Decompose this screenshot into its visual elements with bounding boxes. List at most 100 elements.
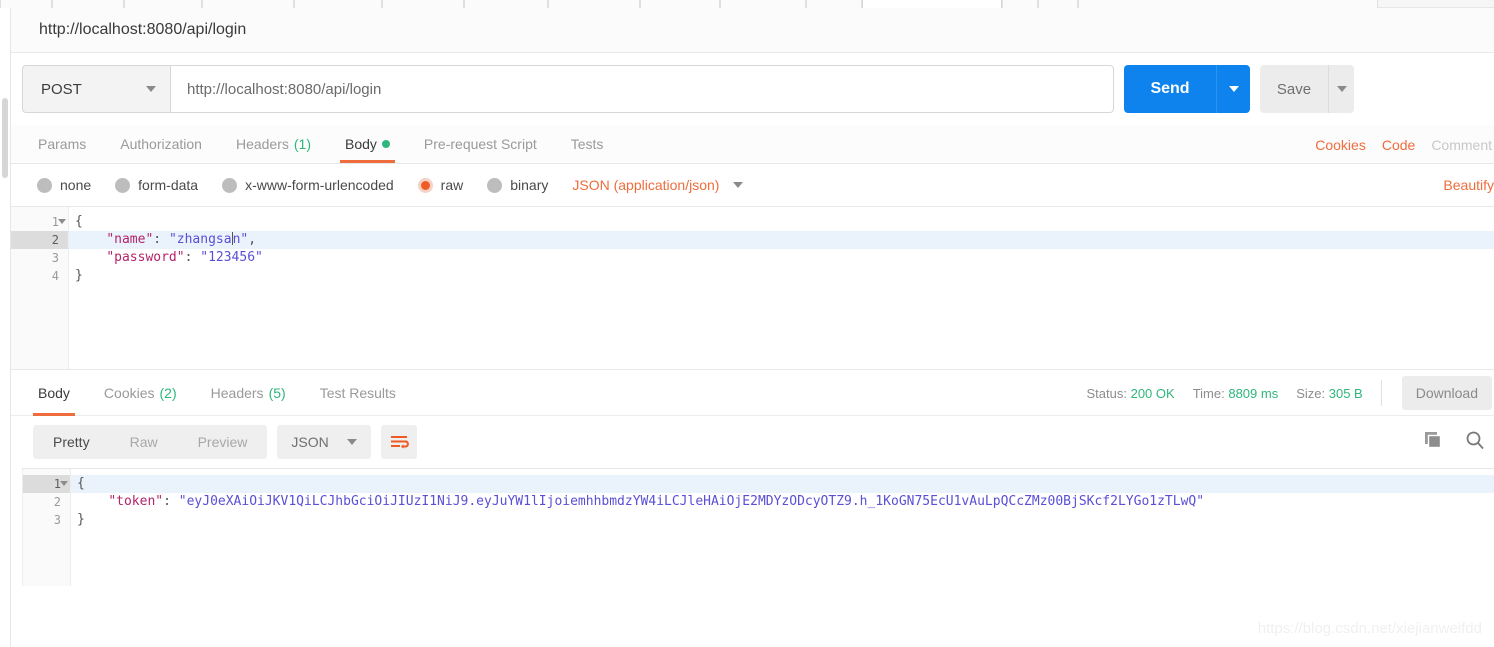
- code-line: }: [71, 511, 1494, 529]
- request-tab-partial[interactable]: [862, 0, 1002, 8]
- wrap-lines-button[interactable]: [380, 425, 417, 459]
- body-type-raw[interactable]: raw: [417, 177, 464, 193]
- tab-label: Authorization: [120, 136, 202, 152]
- line-number-value: 3: [51, 251, 59, 265]
- tab-count: (2): [159, 384, 177, 401]
- content-type-selector[interactable]: JSON (application/json): [572, 177, 744, 193]
- code-token: "zhangsa: [168, 232, 232, 247]
- request-tab-partial[interactable]: [0, 0, 52, 8]
- body-type-x-www-form-urlencoded[interactable]: x-www-form-urlencoded: [222, 177, 394, 193]
- request-tab-partial[interactable]: [294, 0, 382, 8]
- copy-button[interactable]: [1422, 429, 1444, 456]
- save-button[interactable]: Save: [1260, 65, 1328, 113]
- response-editor-gutter: 1 2 3: [23, 469, 71, 586]
- request-tab-partial[interactable]: [1038, 0, 1078, 8]
- response-tab-headers[interactable]: Headers (5): [194, 370, 303, 416]
- size-label: Size:: [1296, 385, 1326, 401]
- request-tab-params[interactable]: Params: [21, 125, 103, 163]
- view-mode-preview[interactable]: Preview: [178, 425, 268, 459]
- status-value: 200 OK: [1130, 385, 1175, 401]
- body-type-none[interactable]: none: [37, 177, 91, 193]
- request-tab-partial[interactable]: [640, 0, 720, 8]
- request-tab-authorization[interactable]: Authorization: [103, 125, 219, 163]
- code-line: "password": "123456": [69, 249, 1494, 267]
- watermark: https://blog.csdn.net/xiejianweifdd: [1257, 620, 1482, 637]
- save-options-button[interactable]: [1328, 65, 1354, 113]
- request-tab-tests[interactable]: Tests: [554, 125, 621, 163]
- request-tab-strip[interactable]: [0, 0, 1494, 8]
- sidebar-scrollbar[interactable]: [2, 98, 8, 178]
- send-options-button[interactable]: [1216, 65, 1250, 113]
- line-number-value: 3: [53, 513, 61, 527]
- code-token: n": [232, 232, 249, 247]
- copy-icon: [1425, 431, 1442, 448]
- request-body-editor[interactable]: 1 2 3 4 { "name": "zhangsan", "password": "…: [11, 206, 1494, 370]
- request-tab-partial[interactable]: [52, 0, 124, 8]
- search-button[interactable]: [1464, 429, 1486, 456]
- body-type-form-data[interactable]: form-data: [115, 177, 198, 193]
- request-tab-partial[interactable]: [1002, 0, 1038, 8]
- request-tab-body[interactable]: Body: [328, 125, 407, 163]
- format-selector[interactable]: JSON: [277, 425, 371, 459]
- beautify-link[interactable]: Beautify: [1443, 164, 1494, 206]
- line-number: 3: [23, 511, 70, 529]
- response-tab-test-results[interactable]: Test Results: [303, 370, 413, 416]
- line-number: 2: [11, 231, 68, 249]
- time-label: Time:: [1192, 385, 1225, 401]
- code-link[interactable]: Code: [1382, 137, 1415, 153]
- chevron-down-icon: [1336, 86, 1347, 92]
- radio-icon[interactable]: [115, 177, 131, 193]
- fold-triangle-icon[interactable]: [60, 481, 68, 486]
- download-button[interactable]: Download: [1401, 376, 1492, 410]
- request-tab-pre-request-script[interactable]: Pre-request Script: [407, 125, 554, 163]
- radio-icon[interactable]: [487, 177, 503, 193]
- radio-icon[interactable]: [417, 177, 433, 193]
- tab-label: Headers: [210, 384, 264, 401]
- request-tab-partial[interactable]: [464, 0, 548, 8]
- response-body-editor[interactable]: 1 2 3 { "token": "eyJ0eXAiOiJKV1QiLCJhbGci…: [22, 468, 1494, 586]
- response-toolbar: Pretty Raw Preview JSON: [11, 416, 1494, 468]
- request-tabs: Params Authorization Headers (1) Body Pre-req…: [11, 125, 1494, 164]
- response-tab-cookies[interactable]: Cookies (2): [87, 370, 194, 416]
- request-tab-partial[interactable]: [1078, 0, 1378, 8]
- request-tab-partial[interactable]: [720, 0, 806, 8]
- body-type-label: binary: [510, 177, 549, 193]
- view-mode-raw[interactable]: Raw: [110, 425, 178, 459]
- request-editor-code[interactable]: { "name": "zhangsan", "password": "12345…: [69, 207, 1494, 369]
- tab-label: Test Results: [319, 384, 396, 401]
- fold-triangle-icon[interactable]: [58, 219, 66, 224]
- tab-count: (5): [268, 384, 286, 401]
- request-tab-headers[interactable]: Headers (1): [219, 125, 328, 163]
- response-toolbar-actions: [1422, 416, 1486, 468]
- radio-icon[interactable]: [222, 177, 238, 193]
- tab-label: Headers: [235, 136, 289, 152]
- response-tab-body[interactable]: Body: [21, 370, 87, 416]
- radio-icon[interactable]: [37, 177, 52, 193]
- code-token: }: [77, 512, 85, 527]
- send-button[interactable]: Send: [1124, 65, 1216, 113]
- code-token: :: [163, 494, 179, 509]
- request-tab-partial[interactable]: [382, 0, 464, 8]
- response-meta: Status: 200 OK Time: 8809 ms Size: 305 B…: [1087, 370, 1494, 416]
- comments-link[interactable]: Comment: [1431, 137, 1492, 153]
- response-editor-code[interactable]: { "token": "eyJ0eXAiOiJKV1QiLCJhbGciOiJI…: [71, 469, 1494, 586]
- tab-label: Cookies: [103, 384, 155, 401]
- body-type-binary[interactable]: binary: [487, 177, 548, 193]
- format-label: JSON: [291, 434, 329, 450]
- request-tab-partial[interactable]: [124, 0, 202, 8]
- url-bar: POST http://localhost:8080/api/login Sen…: [11, 53, 1494, 125]
- cookies-link[interactable]: Cookies: [1315, 137, 1366, 153]
- view-mode-pretty[interactable]: Pretty: [33, 425, 110, 459]
- wrap-icon: [390, 436, 409, 449]
- body-type-label: raw: [440, 177, 464, 193]
- code-token: }: [75, 268, 83, 283]
- code-token: "eyJ0eXAiOiJKV1QiLCJhbGciOiJIUzI1NiJ9.ey…: [178, 494, 1205, 509]
- request-tab-partial[interactable]: [202, 0, 294, 8]
- left-rail: [0, 8, 11, 647]
- method-selector[interactable]: POST: [22, 65, 170, 113]
- chevron-down-icon: [733, 182, 744, 188]
- url-input[interactable]: http://localhost:8080/api/login: [170, 65, 1114, 113]
- request-tab-partial[interactable]: [806, 0, 862, 8]
- request-tab-partial[interactable]: [548, 0, 640, 8]
